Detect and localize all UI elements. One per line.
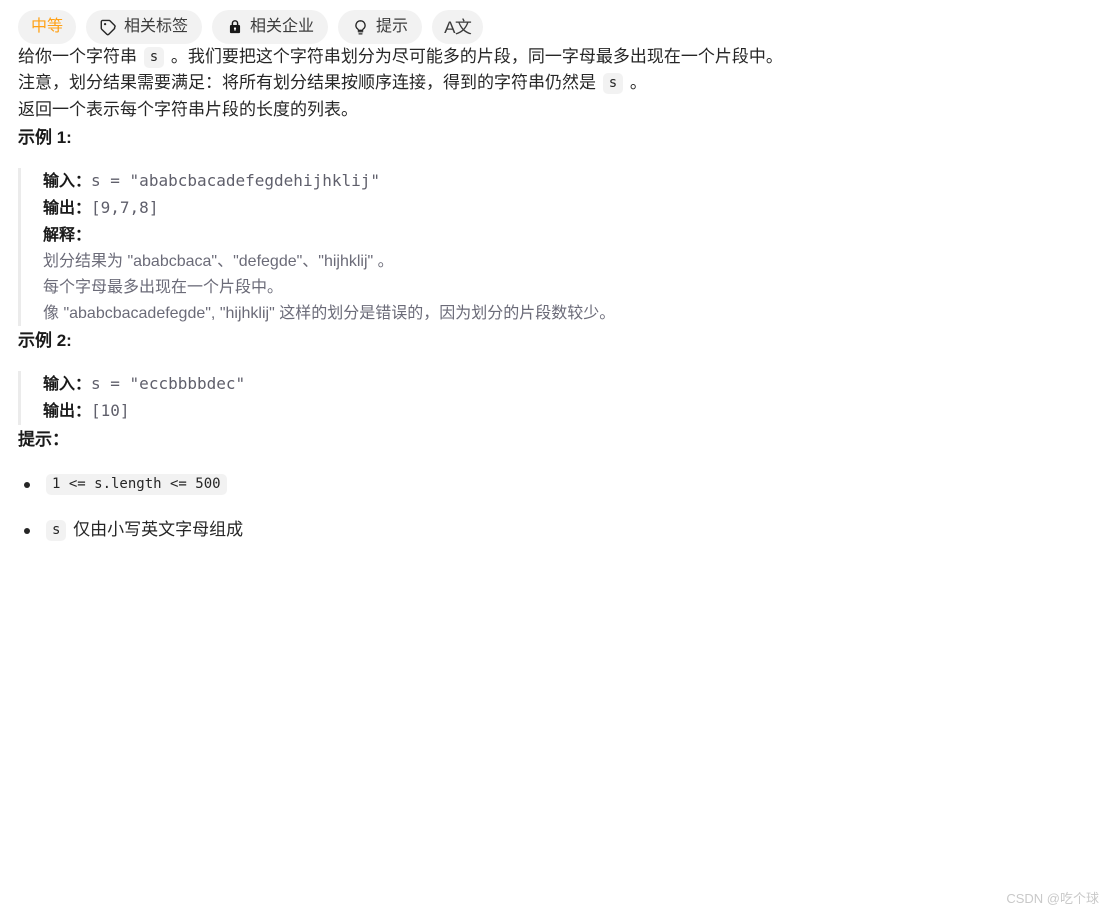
constraint-text: 仅由小写英文字母组成 <box>68 519 244 539</box>
tag-icon <box>100 19 117 36</box>
problem-toolbar: 中等 相关标签 相关企业 提示 A文 <box>0 0 1113 44</box>
example-1-input-label: 输入： <box>43 173 92 191</box>
lock-icon <box>226 19 243 36</box>
translate-button[interactable]: A文 <box>432 10 484 44</box>
example-1-input-value: s = "ababcbacadefegdehijhklij" <box>91 171 380 191</box>
example-2-input-line: 输入：s = "eccbbbbdec" <box>43 371 1095 398</box>
inline-code-s: s <box>143 47 165 68</box>
related-companies-button[interactable]: 相关企业 <box>212 10 329 44</box>
related-tags-label: 相关标签 <box>124 18 189 35</box>
constraint-code-s: s <box>46 519 67 541</box>
example-2-output-line: 输出：[10] <box>43 398 1095 425</box>
paragraph-1-text-before: 给你一个字符串 <box>18 47 142 66</box>
description-paragraph-1: 给你一个字符串 s 。我们要把这个字符串划分为尽可能多的片段，同一字母最多出现在… <box>18 44 1095 70</box>
watermark: CSDN @吃个球 <box>1006 891 1099 906</box>
difficulty-badge[interactable]: 中等 <box>18 10 77 44</box>
difficulty-label: 中等 <box>31 18 64 35</box>
example-1-explanation-detail: 每个字母最多出现在一个片段中。 <box>43 278 284 296</box>
example-1-output-label: 输出： <box>43 199 92 217</box>
list-item: s 仅由小写英文字母组成 <box>18 517 1095 543</box>
example-1-block: 输入：s = "ababcbacadefegdehijhklij" 输出：[9,… <box>18 168 1095 327</box>
example-1-explanation-detail: 划分结果为 "ababcbaca"、"defegde"、"hijhklij" 。 <box>43 252 394 270</box>
related-tags-button[interactable]: 相关标签 <box>86 10 203 44</box>
constraint-code-length: 1 <= s.length <= 500 <box>46 474 227 496</box>
example-1-output-line: 输出：[9,7,8] <box>43 195 1095 222</box>
lightbulb-icon <box>352 19 369 36</box>
paragraph-1-text-after: 。我们要把这个字符串划分为尽可能多的片段，同一字母最多出现在一个片段中。 <box>166 47 783 66</box>
related-companies-label: 相关企业 <box>250 18 315 35</box>
example-1-explanation-label: 解释： <box>43 226 92 244</box>
example-2-block: 输入：s = "eccbbbbdec" 输出：[10] <box>18 371 1095 426</box>
example-2-title: 示例 2: <box>18 331 72 351</box>
paragraph-2-text-before: 注意，划分结果需要满足：将所有划分结果按顺序连接，得到的字符串仍然是 <box>18 73 601 93</box>
inline-code-s: s <box>602 73 624 95</box>
description-paragraph-2: 注意，划分结果需要满足：将所有划分结果按顺序连接，得到的字符串仍然是 s 。 <box>18 70 1095 96</box>
example-2-output-value: [10] <box>91 401 130 421</box>
translate-label: A文 <box>444 17 472 37</box>
example-2-input-value: s = "eccbbbbdec" <box>91 374 246 394</box>
hint-label: 提示 <box>376 18 409 35</box>
hint-button[interactable]: 提示 <box>338 10 423 44</box>
description-paragraph-3: 返回一个表示每个字符串片段的长度的列表。 <box>18 99 358 119</box>
example-2-input-label: 输入： <box>43 376 92 394</box>
example-1-output-value: [9,7,8] <box>91 197 159 217</box>
list-item: 1 <= s.length <= 500 <box>18 471 1095 497</box>
constraints-list: 1 <= s.length <= 500 s 仅由小写英文字母组成 <box>18 471 1095 542</box>
problem-description: 给你一个字符串 s 。我们要把这个字符串划分为尽可能多的片段，同一字母最多出现在… <box>0 44 1113 542</box>
example-1-title: 示例 1: <box>18 128 72 148</box>
paragraph-2-text-after: 。 <box>625 73 647 93</box>
example-1-input-line: 输入：s = "ababcbacadefegdehijhklij" <box>43 168 1095 195</box>
example-1-explanation-detail: 像 "ababcbacadefegde", "hijhklij" 这样的划分是错… <box>43 304 616 322</box>
example-1-explanation-line: 解释： <box>43 222 1095 249</box>
constraints-title: 提示： <box>18 430 69 450</box>
example-2-output-label: 输出： <box>43 403 92 421</box>
